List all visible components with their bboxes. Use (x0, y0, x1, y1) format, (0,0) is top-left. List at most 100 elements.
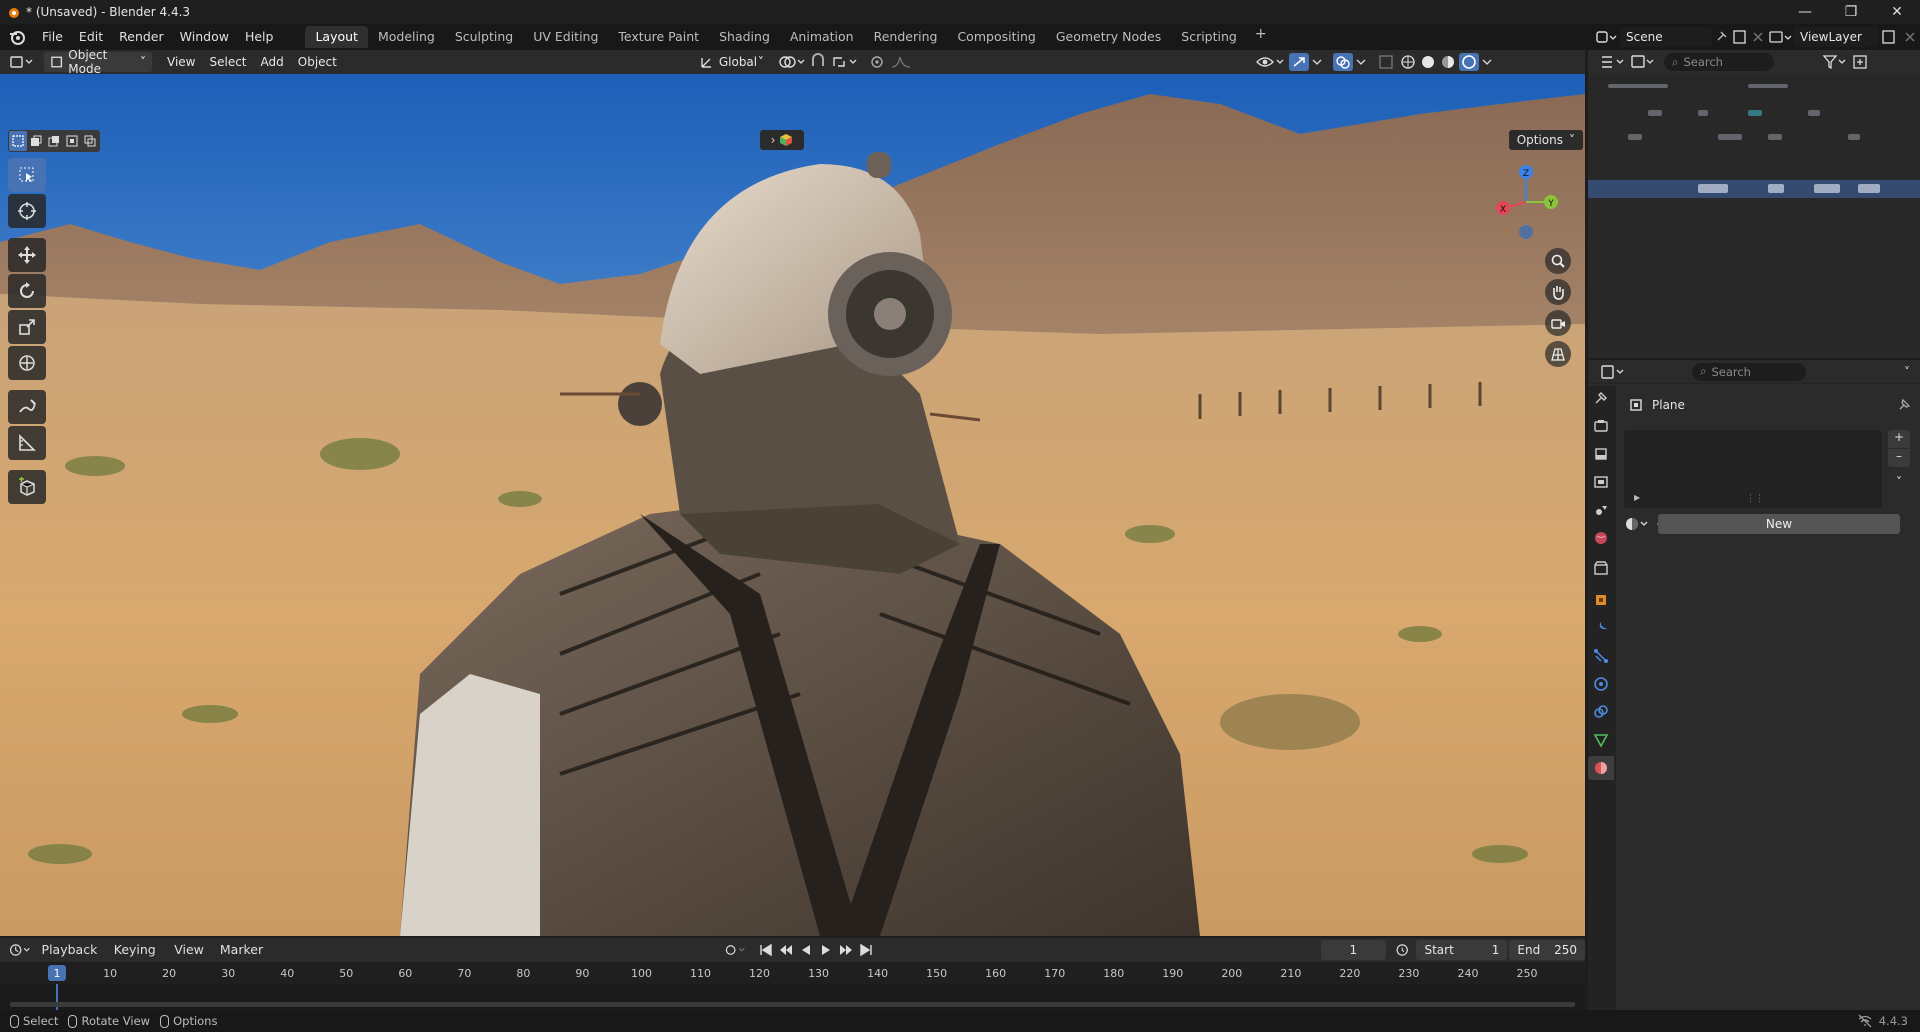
chevron-down-icon[interactable]: ˅ (1904, 365, 1910, 379)
material-tab-icon[interactable] (1588, 756, 1614, 780)
view-layer-icon[interactable] (1766, 28, 1794, 46)
tab-layout[interactable]: Layout (305, 26, 368, 48)
end-frame-field[interactable]: End 250 (1509, 940, 1585, 960)
outliner-search-input[interactable]: ⌕ Search (1664, 53, 1774, 71)
menu-edit[interactable]: Edit (71, 26, 111, 48)
browse-material-icon[interactable] (1624, 514, 1652, 534)
properties-search-input[interactable]: ⌕ Search (1692, 362, 1806, 381)
pan-hand-icon[interactable] (1545, 279, 1571, 305)
physics-tab-icon[interactable] (1588, 672, 1614, 696)
tool-tab-icon[interactable] (1588, 386, 1614, 410)
tab-rendering[interactable]: Rendering (864, 26, 948, 48)
gizmo-options-icon[interactable] (1310, 52, 1324, 72)
solid-shading-icon[interactable] (1418, 52, 1438, 72)
properties-editor-type-icon[interactable] (1598, 362, 1628, 382)
current-frame-field[interactable]: 1 (1320, 940, 1387, 960)
constraints-tab-icon[interactable] (1588, 700, 1614, 724)
material-slot-list[interactable]: ▶ ⋮⋮ (1624, 430, 1882, 508)
slot-specials-icon[interactable]: ˅ (1888, 475, 1910, 493)
menu-object[interactable]: Object (291, 52, 344, 72)
play-icon[interactable] (817, 940, 835, 960)
gizmo-toggle-icon[interactable] (1288, 52, 1310, 72)
object-mode-dropdown[interactable]: Object Mode ˅ (44, 48, 152, 76)
timeline-marker-menu[interactable]: Marker (212, 939, 271, 961)
view-layer-tab-icon[interactable] (1588, 470, 1614, 494)
modifier-tab-icon[interactable] (1588, 616, 1614, 640)
new-scene-icon[interactable] (1730, 28, 1750, 46)
rotate-tool-icon[interactable] (8, 274, 46, 308)
render-tab-icon[interactable] (1588, 414, 1614, 438)
scene-name-field[interactable]: Scene (1620, 27, 1712, 47)
add-slot-icon[interactable]: + (1888, 430, 1910, 448)
blender-logo-icon[interactable] (8, 28, 26, 46)
menu-render[interactable]: Render (111, 26, 172, 48)
tab-shading[interactable]: Shading (709, 26, 780, 48)
delete-scene-icon[interactable] (1750, 28, 1766, 46)
transform-orientation-dropdown[interactable]: Global ˅ (693, 52, 770, 72)
3d-viewport[interactable]: Object Mode ˅ View Select Add Object Glo… (0, 48, 1585, 936)
outliner-editor-type-icon[interactable] (1598, 52, 1628, 72)
resize-handle-icon[interactable]: ⋮⋮ (1746, 494, 1764, 504)
scene-icon[interactable] (1594, 28, 1620, 46)
pin-icon[interactable] (1896, 397, 1912, 413)
add-workspace-icon[interactable]: + (1247, 26, 1275, 48)
gizmo-neg-z[interactable] (1519, 225, 1533, 239)
remove-slot-icon[interactable]: – (1888, 449, 1910, 467)
world-tab-icon[interactable] (1588, 526, 1614, 550)
material-preview-icon[interactable] (1438, 52, 1458, 72)
tab-animation[interactable]: Animation (780, 26, 864, 48)
shading-options-icon[interactable] (1480, 52, 1494, 72)
select-intersect-icon[interactable] (81, 131, 99, 151)
editor-type-icon[interactable] (6, 52, 40, 72)
cursor-tool-icon[interactable] (8, 194, 46, 228)
snap-icon[interactable] (808, 52, 830, 72)
annotate-tool-icon[interactable] (8, 390, 46, 424)
view-layer-field[interactable]: ViewLayer (1794, 27, 1878, 47)
zoom-icon[interactable] (1545, 248, 1571, 274)
tab-geometry-nodes[interactable]: Geometry Nodes (1046, 26, 1171, 48)
visibility-icon[interactable] (1254, 52, 1286, 72)
particles-tab-icon[interactable] (1588, 644, 1614, 668)
pin-icon[interactable] (1712, 28, 1730, 46)
menu-add[interactable]: Add (254, 52, 291, 72)
jump-end-icon[interactable] (857, 940, 875, 960)
tab-compositing[interactable]: Compositing (947, 26, 1045, 48)
menu-window[interactable]: Window (172, 26, 237, 48)
timeline-keying-menu[interactable]: Keying ˅ (106, 939, 166, 979)
tab-modeling[interactable]: Modeling (368, 26, 445, 48)
scene-tab-icon[interactable] (1588, 498, 1614, 522)
menu-help[interactable]: Help (237, 26, 282, 48)
proportional-edit-icon[interactable] (866, 52, 888, 72)
scale-tool-icon[interactable] (8, 310, 46, 344)
play-reverse-icon[interactable] (797, 940, 815, 960)
camera-view-icon[interactable] (1545, 310, 1571, 336)
timeline-editor-type-icon[interactable] (8, 940, 34, 960)
falloff-icon[interactable] (888, 52, 914, 72)
start-frame-field[interactable]: Start 1 (1416, 940, 1508, 960)
measure-tool-icon[interactable] (8, 426, 46, 460)
tab-texture-paint[interactable]: Texture Paint (608, 26, 709, 48)
overlay-toggle-icon[interactable] (1332, 52, 1354, 72)
navigation-gizmo[interactable]: Z Y X (1491, 162, 1561, 242)
select-invert-icon[interactable] (63, 131, 81, 151)
move-tool-icon[interactable] (8, 238, 46, 272)
menu-view[interactable]: View (160, 52, 202, 72)
collection-tab-icon[interactable] (1588, 556, 1614, 580)
perspective-grid-icon[interactable] (1545, 341, 1571, 367)
rendered-scene[interactable] (0, 74, 1585, 936)
output-tab-icon[interactable] (1588, 442, 1614, 466)
xray-toggle-icon[interactable] (1376, 52, 1398, 72)
jump-start-icon[interactable] (757, 940, 775, 960)
close-icon[interactable]: ✕ (1874, 0, 1920, 24)
jump-keyframe-back-icon[interactable] (777, 940, 795, 960)
new-collection-icon[interactable] (1850, 52, 1870, 72)
add-cube-tool-icon[interactable] (8, 470, 46, 504)
preview-range-icon[interactable] (1392, 940, 1412, 960)
select-subtract-icon[interactable] (45, 131, 63, 151)
timeline-view-menu[interactable]: View (166, 939, 212, 961)
sidebar-toggle[interactable]: › (760, 130, 804, 150)
delete-view-layer-icon[interactable] (1900, 28, 1920, 46)
tab-uv-editing[interactable]: UV Editing (523, 26, 608, 48)
snap-target-icon[interactable] (830, 52, 862, 72)
timeline-scrollbar[interactable] (10, 1002, 1575, 1007)
